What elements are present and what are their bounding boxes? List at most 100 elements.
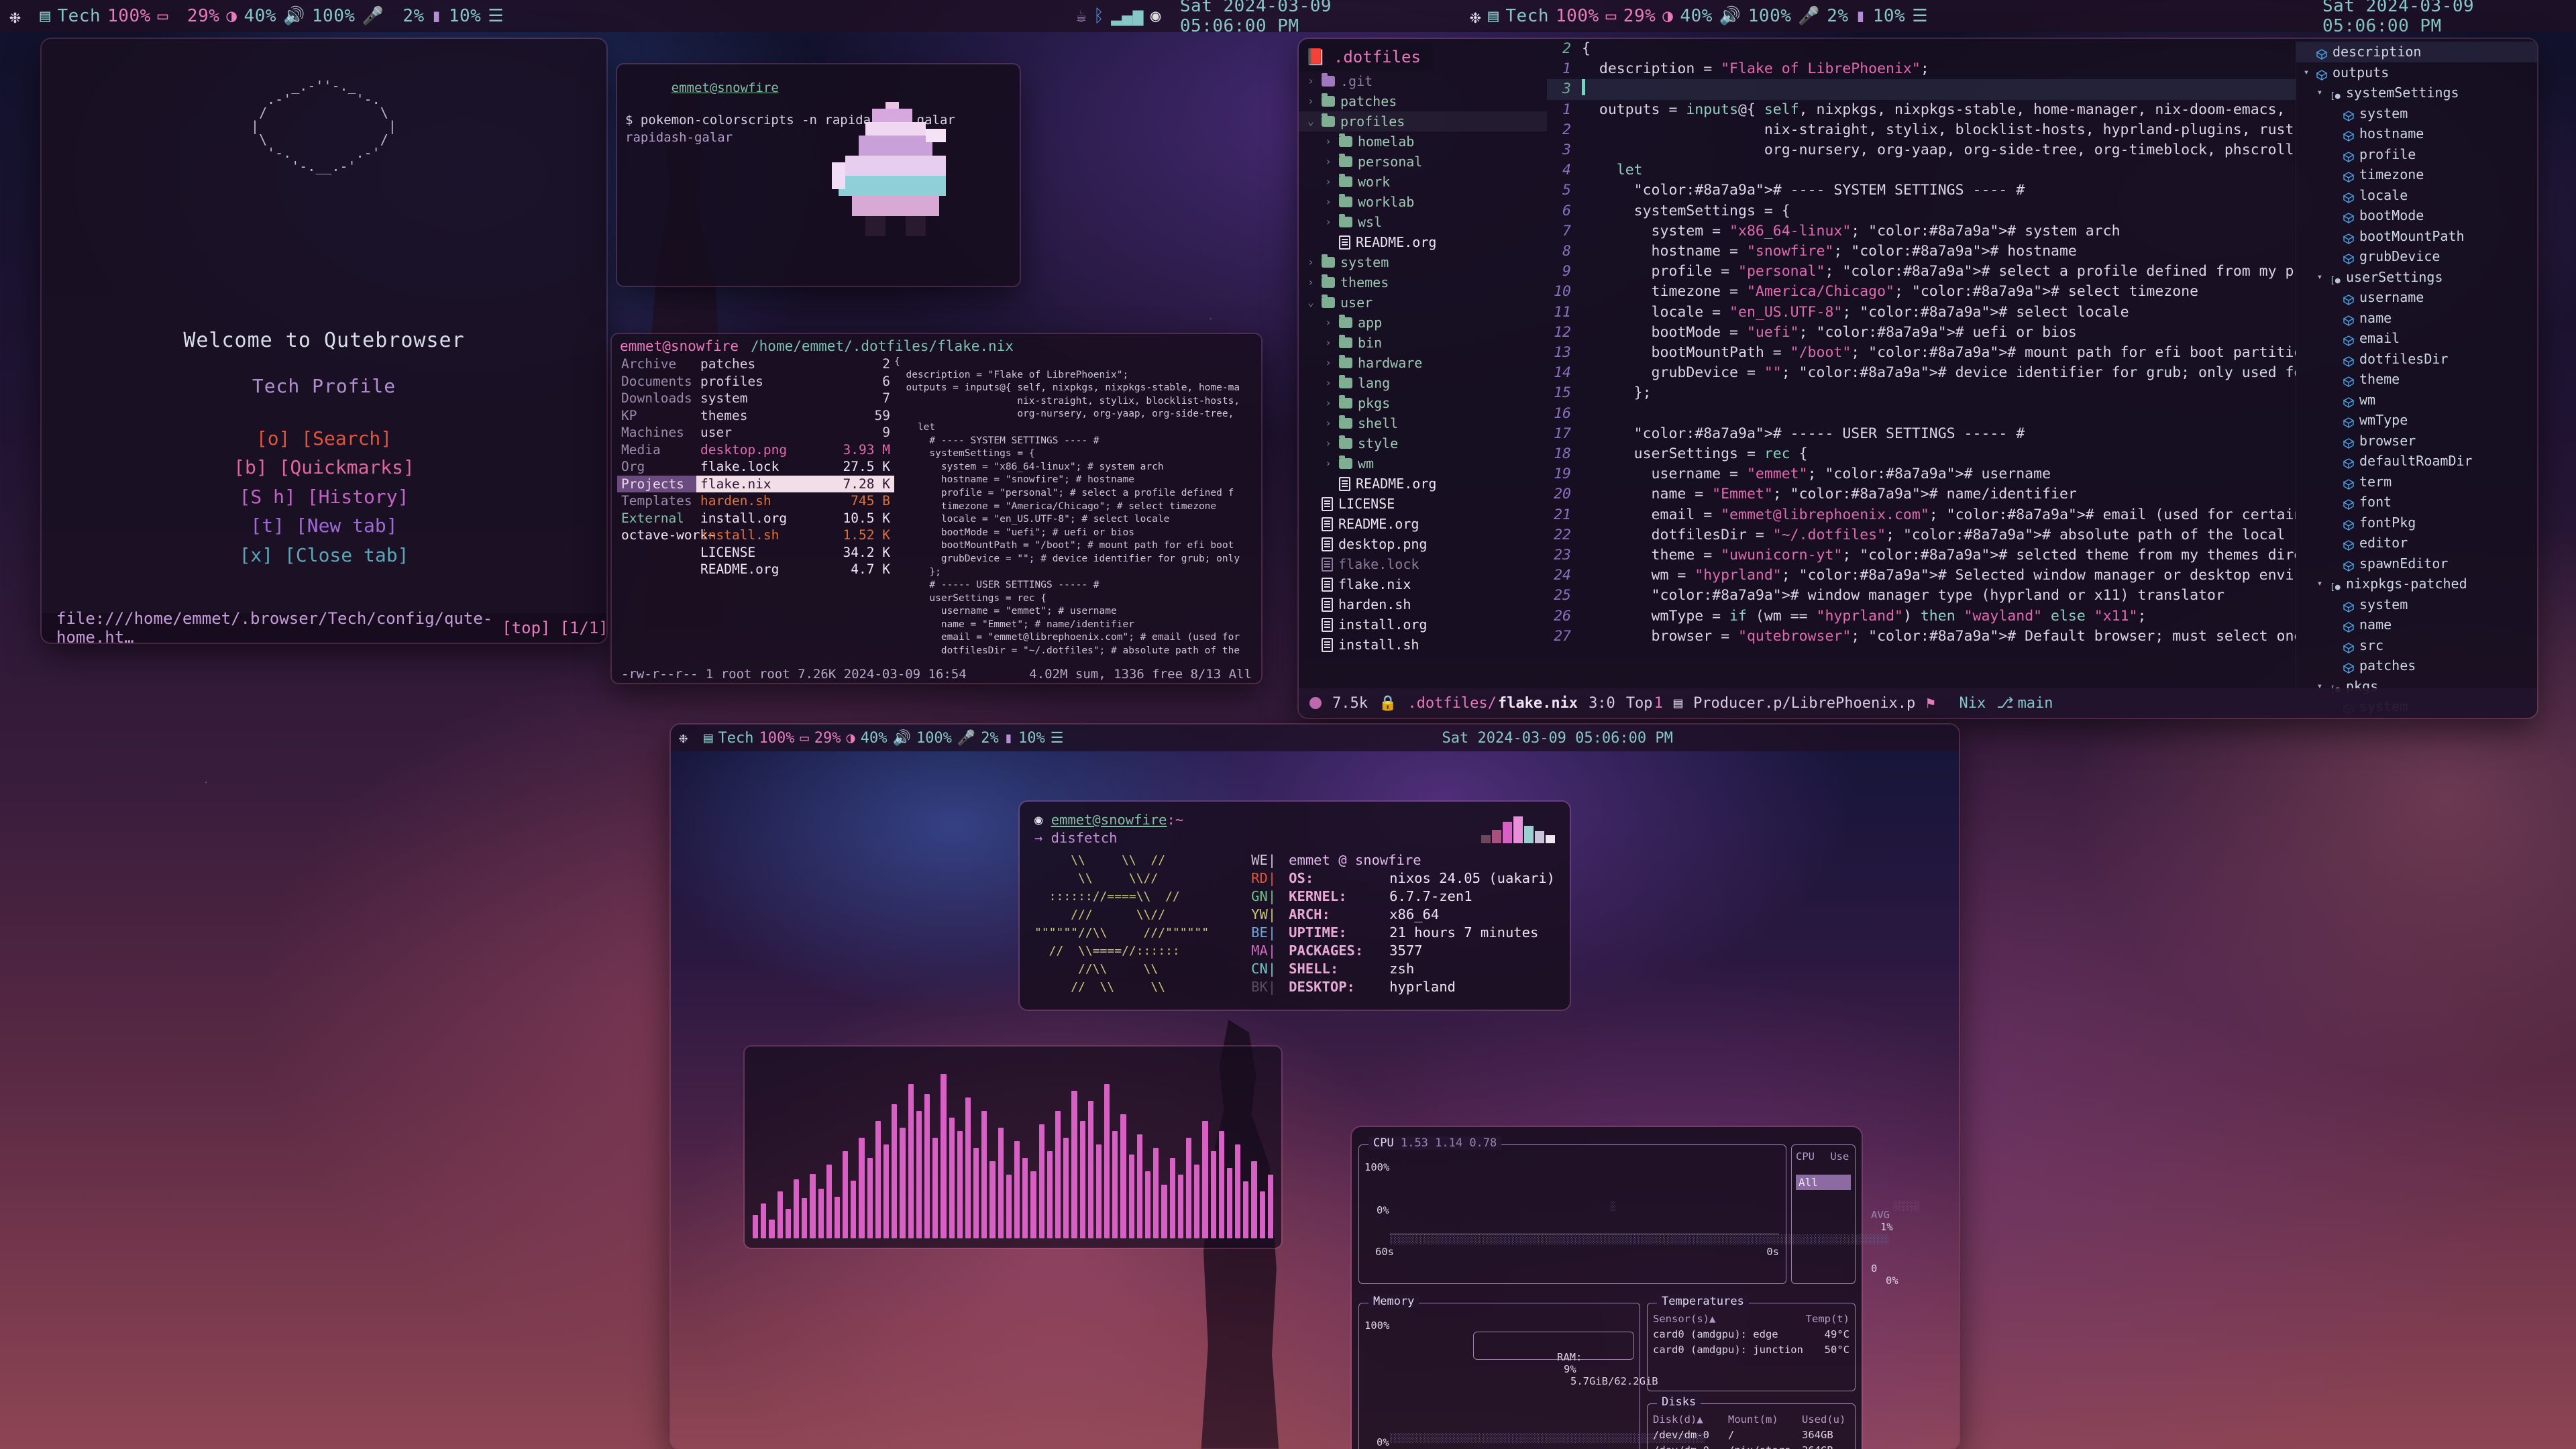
imenu-item[interactable]: bootMode — [2296, 205, 2537, 226]
qutebrowser-window[interactable]: _.-''-._ .-' '-. / \ | | \ / '-. .-' '-.… — [42, 39, 606, 643]
imenu-item[interactable]: term — [2296, 472, 2537, 492]
bottom-monitor-window[interactable]: ❉ ▤ Tech 100% ▭ 29% ◑ 40% 🔊 100% 🎤 2% ▮ … — [671, 724, 1959, 1449]
tree-item[interactable]: › .git — [1299, 71, 1547, 91]
code-line[interactable]: 3 org-nursery, org-yaap, org-side-tree, … — [1547, 140, 2296, 160]
tree-item[interactable]: README.org — [1299, 474, 1547, 494]
tree-item[interactable]: › app — [1299, 313, 1547, 333]
bottom-topbar-clock[interactable]: Sat 2024-03-09 05:06:00 PM — [1434, 730, 1681, 747]
code-line[interactable]: 11 locale = "en_US.UTF-8"; "color:#8a7a9… — [1547, 303, 2296, 323]
code-line[interactable]: 26 wmType = if (wm == "hyprland") then "… — [1547, 606, 2296, 627]
tree-item[interactable]: LICENSE — [1299, 494, 1547, 514]
chevron-right-icon[interactable]: › — [1323, 313, 1334, 333]
imenu-item[interactable]: name — [2296, 614, 2537, 635]
disks-headers[interactable]: Disk(d)▲ Mount(m) Used(u) — [1653, 1413, 1849, 1426]
code-line[interactable]: 22 dotfilesDir = "~/.dotfiles"; "color:#… — [1547, 525, 2296, 545]
tree-item[interactable]: install.org — [1299, 614, 1547, 635]
ranger-parent-column[interactable]: Archive Documents Downloads KP Machines Media… — [617, 356, 716, 658]
code-line[interactable]: 10 timezone = "America/Chicago"; "color:… — [1547, 282, 2296, 302]
code-line[interactable]: 4 let — [1547, 160, 2296, 180]
imenu-item[interactable]: editor — [2296, 533, 2537, 553]
imenu-item[interactable]: theme — [2296, 369, 2537, 390]
imenu-item[interactable]: ▾ [●] userSettings — [2296, 267, 2537, 288]
list-item[interactable]: External — [617, 510, 696, 527]
terminal-pokemon-window[interactable]: emmet@snowfire $ pokemon-colorscripts -n… — [617, 64, 1020, 286]
tree-item[interactable]: › homelab — [1299, 131, 1547, 152]
tree-item[interactable]: desktop.png — [1299, 534, 1547, 554]
imenu-item[interactable]: system — [2296, 594, 2537, 615]
imenu-item[interactable]: wm — [2296, 390, 2537, 411]
code-line[interactable]: 20 name = "Emmet"; "color:#8a7a9a"># nam… — [1547, 484, 2296, 504]
chevron-right-icon[interactable]: › — [1323, 333, 1334, 353]
tree-item[interactable]: › personal — [1299, 152, 1547, 172]
chevron-right-icon[interactable]: › — [1305, 91, 1316, 111]
imenu-item[interactable]: dotfilesDir — [2296, 349, 2537, 370]
list-item[interactable]: install.org 10.5 K — [696, 510, 894, 527]
chevron-right-icon[interactable]: › — [1305, 272, 1316, 292]
tree-item[interactable]: › worklab — [1299, 192, 1547, 212]
chevron-down-icon[interactable]: ⌄ — [1305, 292, 1316, 313]
triangle-down-icon[interactable]: ▾ — [2302, 62, 2311, 83]
imenu-item[interactable]: wmType — [2296, 410, 2537, 431]
triangle-down-icon[interactable]: ▾ — [2315, 267, 2324, 288]
code-line[interactable]: 5 "color:#8a7a9a"># ---- SYSTEM SETTINGS… — [1547, 180, 2296, 201]
tree-item[interactable]: › pkgs — [1299, 393, 1547, 413]
list-item[interactable]: install.sh 1.52 K — [696, 527, 894, 544]
list-item[interactable]: Projects — [617, 475, 696, 492]
topbar-cpu[interactable]: 2% ▮ 10% ☰ — [393, 0, 513, 32]
triangle-down-icon[interactable]: ▾ — [2315, 574, 2324, 594]
list-item[interactable]: flake.nix 7.28 K — [696, 475, 894, 492]
code-line[interactable]: 2 nix-straight, stylix, blocklist-hosts,… — [1547, 120, 2296, 140]
list-item[interactable]: Documents — [617, 373, 696, 390]
list-item[interactable]: LICENSE 34.2 K — [696, 544, 894, 561]
list-item[interactable]: profiles 6 — [696, 373, 894, 390]
code-line[interactable]: 19 username = "emmet"; "color:#8a7a9a">#… — [1547, 464, 2296, 484]
chevron-right-icon[interactable]: › — [1323, 152, 1334, 172]
emacs-treemacs-sidebar[interactable]: 📕 .dotfiles › .git › patches ⌄ profiles › homel… — [1299, 39, 1547, 688]
chevron-right-icon[interactable]: › — [1323, 453, 1334, 474]
tree-item[interactable]: harden.sh — [1299, 594, 1547, 614]
code-line[interactable]: 18 userSettings = rec { — [1547, 444, 2296, 464]
code-line[interactable]: 14 grubDevice = ""; "color:#8a7a9a"># de… — [1547, 363, 2296, 383]
chevron-right-icon[interactable]: › — [1305, 252, 1316, 272]
chevron-right-icon[interactable]: › — [1323, 131, 1334, 152]
chevron-right-icon[interactable]: › — [1323, 413, 1334, 433]
imenu-item[interactable]: grubDevice — [2296, 246, 2537, 267]
imenu-item[interactable]: fontPkg — [2296, 513, 2537, 533]
list-item[interactable]: desktop.png 3.93 M — [696, 441, 894, 459]
tree-item[interactable]: README.org — [1299, 232, 1547, 252]
tree-item[interactable]: README.org — [1299, 514, 1547, 534]
list-item[interactable]: Machines — [617, 424, 696, 441]
list-item[interactable]: README.org 4.7 K — [696, 561, 894, 578]
chevron-right-icon[interactable]: › — [1305, 71, 1316, 91]
imenu-item[interactable]: description — [2296, 42, 2537, 62]
list-item[interactable]: Org — [617, 458, 696, 476]
chevron-right-icon[interactable]: › — [1323, 172, 1334, 192]
code-line[interactable]: 7 system = "x86_64-linux"; "color:#8a7a9… — [1547, 221, 2296, 241]
list-item[interactable]: KP — [617, 407, 696, 425]
tree-item[interactable]: › system — [1299, 252, 1547, 272]
topbar-clock[interactable]: Sat 2024-03-09 05:06:00 PM — [1171, 0, 1434, 36]
imenu-item[interactable]: ▾ [●] systemSettings — [2296, 83, 2537, 103]
record-icon[interactable]: ◉ — [1150, 6, 1161, 26]
list-item[interactable]: harden.sh 745 B — [696, 492, 894, 510]
tree-item[interactable]: › shell — [1299, 413, 1547, 433]
audio-visualizer[interactable] — [745, 1046, 1281, 1248]
imenu-item[interactable]: name — [2296, 308, 2537, 329]
imenu-item[interactable]: patches — [2296, 655, 2537, 676]
list-item[interactable]: [x] [Close tab] — [42, 541, 606, 570]
bottom-topbar-status[interactable]: ▤ Tech 100% ▭ 29% ◑ 40% 🔊 100% 🎤 2% ▮ 10… — [696, 730, 1071, 747]
list-item[interactable]: system 7 — [696, 390, 894, 407]
chevron-right-icon[interactable]: › — [1323, 433, 1334, 453]
tree-item[interactable]: › wm — [1299, 453, 1547, 474]
triangle-down-icon[interactable]: ▾ — [2315, 83, 2324, 103]
tree-item[interactable]: › work — [1299, 172, 1547, 192]
temps-headers[interactable]: Sensor(s)▲ Temp(t) — [1653, 1313, 1849, 1325]
tree-item[interactable]: › bin — [1299, 333, 1547, 353]
topbar-right-clock2[interactable]: Sat 2024-03-09 05:06:00 PM — [2313, 0, 2576, 36]
list-item[interactable]: themes 59 — [696, 407, 894, 425]
tree-item[interactable]: flake.nix — [1299, 574, 1547, 594]
tree-item[interactable]: › hardware — [1299, 353, 1547, 373]
list-item[interactable]: [b] [Quickmarks] — [42, 453, 606, 482]
imenu-item[interactable]: locale — [2296, 185, 2537, 206]
tree-item[interactable]: ⌄ user — [1299, 292, 1547, 313]
